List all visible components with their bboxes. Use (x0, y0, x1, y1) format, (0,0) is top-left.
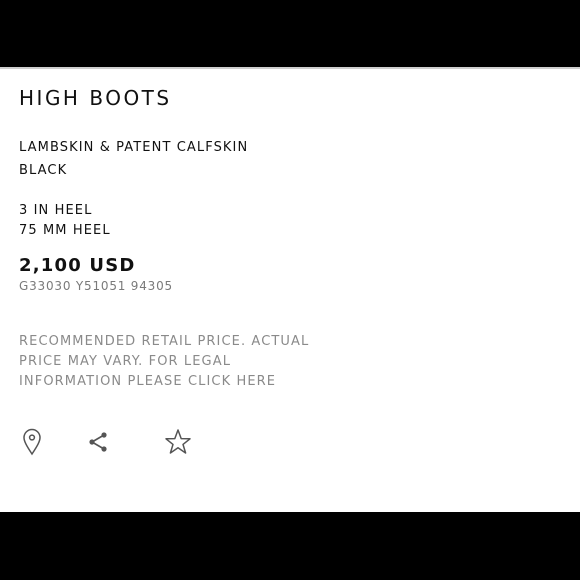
heel-height-mm: 75 MM HEEL (19, 223, 111, 238)
product-sku: G33030 Y51051 94305 (19, 279, 173, 293)
bottom-black-bar (0, 512, 580, 580)
top-black-bar (0, 0, 580, 67)
location-pin-icon (23, 428, 41, 456)
store-locator-button[interactable] (15, 425, 49, 459)
heel-height-in: 3 IN HEEL (19, 203, 93, 218)
star-icon (165, 429, 191, 454)
disclaimer-line-3: INFORMATION PLEASE CLICK HERE (19, 374, 277, 389)
disclaimer-line-2: PRICE MAY VARY. FOR LEGAL (19, 354, 232, 369)
top-divider (0, 67, 580, 69)
disclaimer-line-1: RECOMMENDED RETAIL PRICE. ACTUAL (19, 334, 310, 349)
product-material: LAMBSKIN & PATENT CALFSKIN (19, 140, 249, 155)
product-title: HIGH BOOTS (19, 86, 172, 110)
product-color: BLACK (19, 163, 68, 178)
share-icon (89, 432, 107, 452)
legal-disclaimer-link[interactable]: RECOMMENDED RETAIL PRICE. ACTUAL PRICE M… (19, 332, 359, 392)
wishlist-button[interactable] (161, 425, 195, 459)
product-price: 2,100 USD (19, 255, 136, 276)
share-button[interactable] (81, 425, 115, 459)
